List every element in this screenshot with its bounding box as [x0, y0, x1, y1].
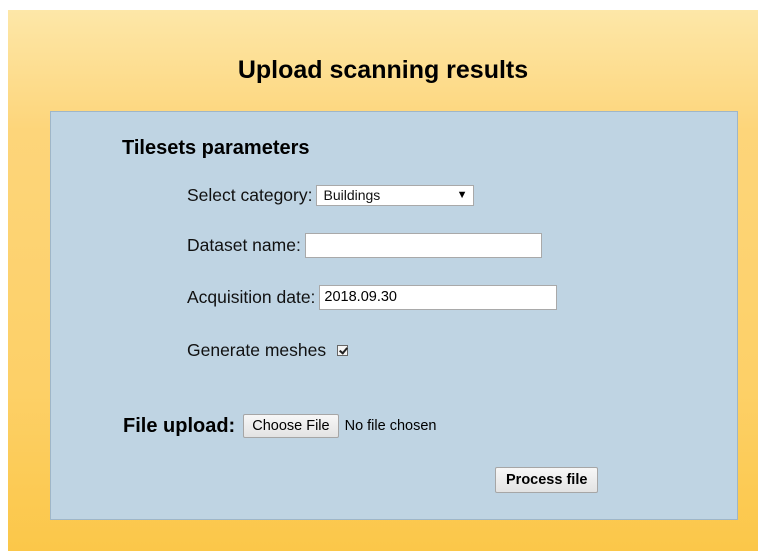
category-select-value: Buildings — [323, 187, 381, 203]
dataset-name-input[interactable] — [304, 232, 542, 258]
file-upload-label: File upload: — [123, 414, 236, 437]
tilesets-heading: Tilesets parameters — [122, 137, 310, 159]
page-card: Upload scanning results Tilesets paramet… — [8, 10, 758, 551]
date-row: Acquisition date: — [187, 284, 558, 310]
process-file-button[interactable]: Process file — [495, 467, 599, 493]
meshes-label: Generate meshes — [187, 339, 327, 360]
file-upload-row: File upload: Choose File No file chosen — [123, 413, 436, 439]
dataset-label: Dataset name: — [187, 234, 301, 255]
category-row: Select category: Buildings ▼ — [187, 182, 475, 208]
category-label: Select category: — [187, 184, 313, 205]
tilesets-panel: Tilesets parameters Select category: Bui… — [50, 111, 738, 520]
meshes-row: Generate meshes — [187, 337, 349, 363]
chevron-down-icon: ▼ — [456, 189, 468, 201]
generate-meshes-checkbox[interactable] — [337, 344, 349, 356]
date-label: Acquisition date: — [187, 286, 316, 307]
dataset-row: Dataset name: — [187, 232, 542, 258]
page-title: Upload scanning results — [237, 56, 529, 84]
choose-file-button[interactable]: Choose File — [243, 414, 339, 438]
file-status: No file chosen — [344, 418, 437, 434]
acquisition-date-input[interactable] — [319, 284, 558, 310]
category-select[interactable]: Buildings ▼ — [316, 184, 475, 206]
